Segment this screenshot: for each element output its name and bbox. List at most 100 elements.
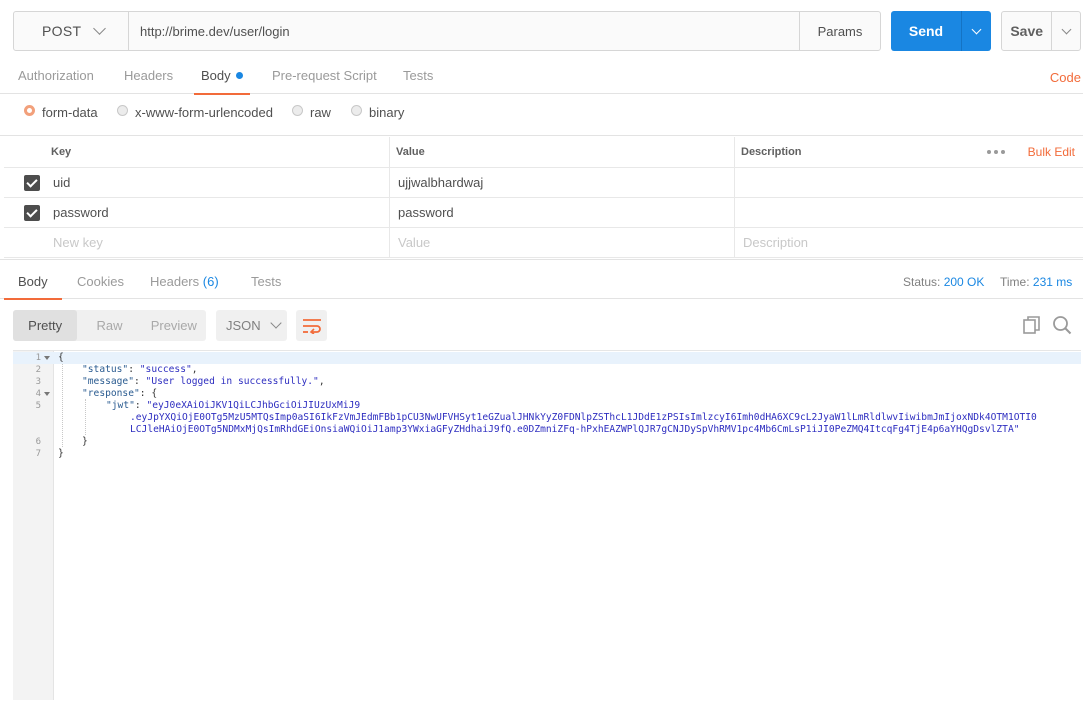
- request-bar: POST http://brime.dev/user/login Params …: [13, 11, 1081, 51]
- line-number: 3: [35, 377, 41, 387]
- line-number: 1: [35, 353, 41, 363]
- code-text: .eyJpYXQiOjE0OTg5MzU5MTQsImp0aSI6IkFzVmJ…: [130, 412, 1037, 423]
- chevron-down-icon: [93, 22, 107, 35]
- response-tab-headers-label: Headers: [150, 274, 200, 289]
- fold-arrow-icon[interactable]: [44, 392, 50, 396]
- column-header-value: Value: [396, 146, 425, 158]
- radio-binary[interactable]: binary: [351, 105, 404, 120]
- radio-icon[interactable]: [117, 105, 128, 116]
- search-icon[interactable]: [1052, 315, 1072, 335]
- param-key[interactable]: password: [53, 198, 109, 227]
- code-text: LCJleHAiOjE0OTg5NDMxMjQsImRhdGEiOnsiaWQi…: [130, 424, 1020, 435]
- request-tabs: Authorization Headers Body Pre-request S…: [0, 60, 1083, 95]
- code-text: }: [58, 448, 64, 459]
- status-value: 200 OK: [943, 275, 985, 289]
- new-param-row: New key Value Description: [4, 228, 1083, 258]
- url-value: http://brime.dev/user/login: [140, 23, 290, 39]
- code-text: {: [58, 352, 64, 363]
- send-label[interactable]: Send: [891, 11, 961, 51]
- url-input[interactable]: http://brime.dev/user/login: [129, 11, 800, 51]
- radio-label: raw: [310, 105, 331, 120]
- code-line: 4 "response": {: [13, 388, 1081, 400]
- new-key-input[interactable]: New key: [53, 228, 103, 257]
- code-link[interactable]: Code: [1050, 70, 1081, 85]
- radio-x-www-form-urlencoded[interactable]: x-www-form-urlencoded: [117, 105, 273, 120]
- row-checkbox[interactable]: [24, 205, 40, 221]
- wrap-lines-button[interactable]: [296, 310, 327, 341]
- response-tab-tests[interactable]: Tests: [251, 274, 281, 289]
- bulk-edit-link[interactable]: Bulk Edit: [1028, 137, 1075, 167]
- send-dropdown[interactable]: [961, 11, 991, 51]
- modified-dot-icon: [235, 72, 243, 79]
- param-key[interactable]: uid: [53, 168, 70, 197]
- line-number: 2: [35, 365, 41, 375]
- view-mode-toggle: Pretty Raw Preview: [13, 310, 206, 341]
- radio-icon[interactable]: [351, 105, 362, 116]
- response-tab-headers[interactable]: Headers (6): [150, 274, 219, 289]
- params-table: Key Value Description Bulk Edit uid ujjw…: [4, 137, 1083, 258]
- method-label: POST: [42, 23, 82, 39]
- more-options-icon[interactable]: [987, 137, 1005, 167]
- line-number: 6: [35, 437, 41, 447]
- headers-count: (6): [202, 274, 219, 289]
- format-label: JSON: [226, 318, 261, 333]
- tab-body[interactable]: Body: [194, 68, 250, 95]
- radio-label: form-data: [42, 105, 98, 120]
- radio-raw[interactable]: raw: [292, 105, 331, 120]
- code-line: 7}: [13, 448, 1081, 460]
- save-dropdown[interactable]: [1051, 12, 1080, 50]
- chevron-down-icon: [971, 24, 982, 34]
- column-header-description: Description: [741, 146, 802, 158]
- code-line: 5 "jwt": "eyJ0eXAiOiJKV1QiLCJhbGciOiJIUzU…: [13, 400, 1081, 412]
- code-line: .eyJpYXQiOjE0OTg5MzU5MTQsImp0aSI6IkFzVmJ…: [13, 412, 1081, 424]
- chevron-down-icon: [1061, 24, 1072, 34]
- table-header-row: Key Value Description Bulk Edit: [4, 137, 1083, 168]
- radio-icon[interactable]: [292, 105, 303, 116]
- row-checkbox[interactable]: [24, 175, 40, 191]
- params-button[interactable]: Params: [799, 11, 881, 51]
- code-text: "jwt": "eyJ0eXAiOiJKV1QiLCJhbGciOiJIUzUx…: [106, 400, 361, 411]
- response-time: Time: 231 ms: [1000, 275, 1072, 289]
- code-line: 2 "status": "success",: [13, 364, 1081, 376]
- radio-label: x-www-form-urlencoded: [135, 105, 273, 120]
- view-pretty[interactable]: Pretty: [13, 310, 78, 341]
- method-select[interactable]: POST: [13, 11, 129, 51]
- code-text: "response": {: [82, 388, 158, 399]
- wrap-lines-icon: [302, 318, 321, 334]
- code-line: 1{: [13, 352, 1081, 364]
- code-line: 6}: [13, 436, 1081, 448]
- fold-arrow-icon[interactable]: [44, 356, 50, 360]
- line-number: 4: [35, 389, 41, 399]
- param-value[interactable]: password: [398, 198, 454, 227]
- code-text: "status": "success",: [82, 364, 198, 375]
- response-body-viewer[interactable]: 1{2 "status": "success", 3 "message": "User…: [13, 350, 1081, 700]
- format-select[interactable]: JSON: [216, 310, 287, 341]
- response-tab-body[interactable]: Body: [4, 274, 62, 300]
- new-description-input[interactable]: Description: [743, 228, 808, 257]
- send-button[interactable]: Send: [891, 11, 991, 51]
- time-label: Time:: [1000, 275, 1030, 289]
- table-row: password password: [4, 198, 1083, 228]
- copy-icon[interactable]: [1022, 315, 1042, 335]
- code-line: 3 "message": "User logged in successfully…: [13, 376, 1081, 388]
- save-button[interactable]: Save: [1001, 11, 1081, 51]
- view-raw[interactable]: Raw: [77, 310, 141, 341]
- new-value-input[interactable]: Value: [398, 228, 430, 257]
- chevron-down-icon: [270, 317, 282, 329]
- tab-body-label: Body: [201, 68, 231, 83]
- param-value[interactable]: ujjwalbhardwaj: [398, 168, 483, 197]
- radio-form-data[interactable]: form-data: [24, 105, 98, 120]
- radio-selected-icon[interactable]: [24, 105, 35, 116]
- tab-headers[interactable]: Headers: [124, 68, 173, 83]
- tab-authorization[interactable]: Authorization: [18, 68, 94, 83]
- view-preview[interactable]: Preview: [142, 310, 206, 341]
- response-tab-cookies[interactable]: Cookies: [77, 274, 124, 289]
- response-tabs: Body Cookies Headers (6) Tests Status: 2…: [0, 259, 1083, 300]
- body-type-options: form-data x-www-form-urlencoded raw bina…: [0, 94, 1083, 136]
- response-status: Status: 200 OK: [903, 275, 984, 289]
- time-value: 231 ms: [1032, 275, 1073, 289]
- tab-tests[interactable]: Tests: [403, 68, 433, 83]
- column-header-key: Key: [51, 146, 72, 158]
- save-label[interactable]: Save: [1002, 12, 1051, 50]
- tab-pre-request-script[interactable]: Pre-request Script: [272, 68, 377, 83]
